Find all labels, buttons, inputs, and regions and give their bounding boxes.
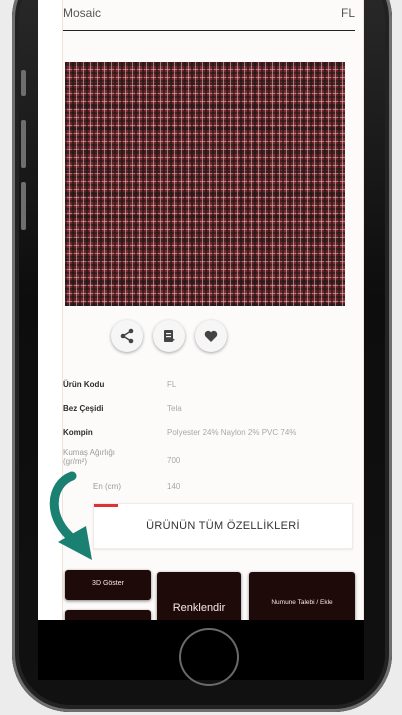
hidden-button[interactable] (65, 610, 151, 620)
share-icon (120, 328, 134, 344)
spec-value: 700 (167, 456, 181, 465)
collection-dropdown[interactable]: Mosaic FL (63, 0, 355, 31)
sample-request-button[interactable]: Numune Talebi / Ekle (249, 572, 355, 620)
view-3d-label: 3D Göster (92, 580, 124, 587)
all-features-button[interactable]: ÜRÜNÜN TÜM ÖZELLİKLERİ (93, 503, 353, 549)
spec-row-weight: Kumaş Ağırlığı (gr/m²) 700 (63, 448, 363, 470)
spec-row-fabric-type: Bez Çeşidi Tela (63, 404, 363, 418)
home-button[interactable] (179, 628, 239, 686)
spec-label: Kompin (63, 428, 93, 437)
favorite-button[interactable] (195, 320, 227, 352)
spec-row-composition: Kompin Polyester 24% Naylon 2% PVC 74% (63, 428, 363, 442)
spec-row-product-code: Ürün Kodu FL (63, 380, 363, 394)
colorize-label: Renklendir (172, 602, 226, 614)
colorize-button[interactable]: Renklendir (157, 572, 241, 620)
spec-value: Tela (167, 404, 182, 413)
fabric-swatch-image[interactable] (65, 62, 345, 306)
phone-mockup-scene: Mosaic FL Ürün Kodu FL Bez Çeşidi Tela K… (0, 0, 402, 715)
spec-value: 140 (167, 482, 181, 491)
volume-up-button (21, 120, 26, 168)
catalog-icon (164, 330, 175, 342)
spec-value: Polyester 24% Naylon 2% PVC 74% (167, 428, 297, 437)
product-code-short: FL (340, 6, 355, 20)
spec-value: FL (167, 380, 177, 389)
volume-down-button (21, 182, 26, 230)
catalog-button[interactable] (153, 320, 185, 352)
product-action-icons (111, 320, 231, 354)
mute-switch (21, 70, 26, 96)
spec-label: Bez Çeşidi (63, 404, 104, 413)
all-features-label: ÜRÜNÜN TÜM ÖZELLİKLERİ (146, 520, 300, 532)
spec-label: Kumaş Ağırlığı (gr/m²) (63, 448, 116, 466)
collection-name: Mosaic (63, 6, 102, 20)
share-button[interactable] (111, 320, 143, 352)
sample-request-label: Numune Talebi / Ekle (271, 599, 333, 606)
pointer-arrow-icon (49, 471, 92, 560)
heart-icon (204, 330, 218, 342)
spec-label: Ürün Kodu (63, 380, 105, 389)
